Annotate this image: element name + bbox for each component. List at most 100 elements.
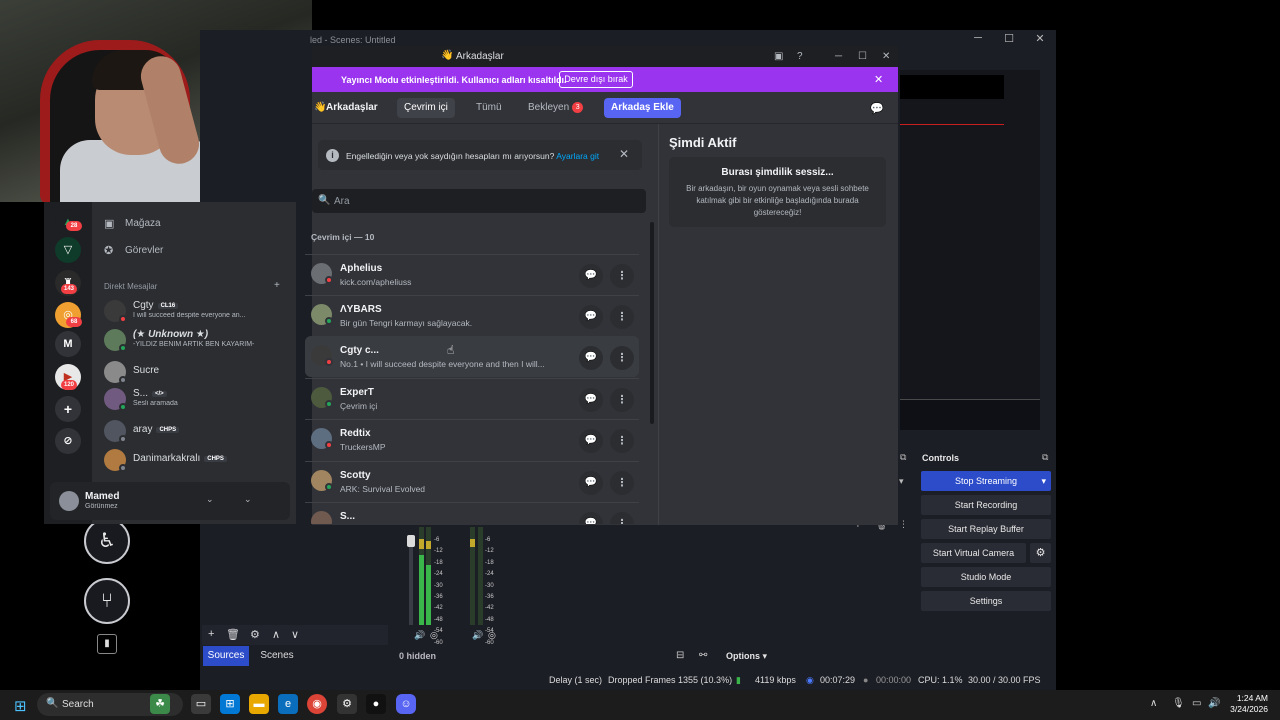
dock-icon[interactable]: ⧉ bbox=[1042, 452, 1048, 463]
widgets-icon[interactable]: ☘ bbox=[150, 694, 170, 714]
gear-icon[interactable]: ⚙ bbox=[250, 628, 260, 641]
tab-scenes[interactable]: Scenes bbox=[253, 646, 301, 666]
maximize-icon[interactable]: ☐ bbox=[994, 32, 1024, 48]
start-replay-buffer-button[interactable]: Start Replay Buffer bbox=[921, 519, 1051, 539]
file-explorer-icon[interactable]: ▬ bbox=[249, 694, 269, 714]
add-friend-button[interactable]: Arkadaş Ekle bbox=[604, 98, 681, 118]
search-input[interactable] bbox=[334, 192, 634, 210]
dm-item[interactable]: Sucre bbox=[104, 359, 290, 387]
server-icon[interactable]: ▽ bbox=[55, 237, 81, 263]
chrome-icon[interactable]: ◉ bbox=[307, 694, 327, 714]
move-up-icon[interactable]: ∧ bbox=[272, 628, 280, 641]
friend-row[interactable]: Scotty ARK: Survival Evolved 💬 ⋮ bbox=[305, 461, 639, 502]
message-icon[interactable]: 💬 bbox=[579, 346, 603, 370]
message-icon[interactable]: 💬 bbox=[579, 471, 603, 495]
task-view-icon[interactable]: ▭ bbox=[191, 694, 211, 714]
friend-row[interactable]: Redtix TruckersMP 💬 ⋮ bbox=[305, 419, 639, 460]
friend-row[interactable]: Cgty c... No.1 • I will succeed despite e… bbox=[305, 336, 639, 377]
move-down-icon[interactable]: ∨ bbox=[291, 628, 299, 641]
friend-row[interactable]: Aphelius kick.com/apheliuss 💬 ⋮ bbox=[305, 254, 639, 295]
server-icon-m[interactable]: M bbox=[55, 331, 81, 357]
tab-all[interactable]: Tümü bbox=[469, 98, 509, 118]
mouse-icon[interactable]: ▮ bbox=[97, 634, 117, 654]
app-icon[interactable]: ⚙ bbox=[337, 694, 357, 714]
virtual-camera-settings-button[interactable]: ⚙ bbox=[1030, 543, 1051, 563]
nav-shop[interactable]: Mağaza bbox=[125, 218, 161, 229]
more-options-icon[interactable]: ⋮ bbox=[610, 388, 634, 412]
obs-icon[interactable]: ● bbox=[366, 694, 386, 714]
add-server-icon[interactable]: + bbox=[55, 396, 81, 422]
minimize-icon[interactable]: ─ bbox=[963, 32, 993, 48]
more-options-icon[interactable]: ⋮ bbox=[610, 429, 634, 453]
clock-date[interactable]: 3/24/2026 bbox=[1220, 704, 1268, 714]
windows-start-icon[interactable]: ⊞ bbox=[14, 697, 27, 715]
layout-icon[interactable]: ⊟ bbox=[676, 650, 684, 661]
speaker-icon[interactable]: 🔊 bbox=[414, 630, 425, 641]
link-icon[interactable]: ⚯ bbox=[699, 650, 707, 661]
close-icon[interactable]: ✕ bbox=[874, 73, 883, 86]
speaker-icon[interactable]: 🔊 bbox=[472, 630, 483, 641]
discover-icon[interactable]: ⊘ bbox=[55, 428, 81, 454]
headphones-icon[interactable]: ◎ bbox=[430, 630, 438, 641]
dm-item[interactable]: Danimarkakralı CHPS bbox=[104, 447, 290, 475]
dm-item[interactable]: aray CHPS bbox=[104, 418, 290, 446]
avatar[interactable] bbox=[59, 491, 79, 511]
chevron-down-icon[interactable]: ▾ bbox=[899, 476, 904, 487]
obs-preview[interactable] bbox=[900, 70, 1040, 430]
close-icon[interactable]: ✕ bbox=[619, 147, 629, 161]
network-icon[interactable]: ▭ bbox=[1192, 698, 1201, 709]
dm-item[interactable]: Cgty CL16 I will succeed despite everyone… bbox=[104, 298, 290, 326]
tab-pending[interactable]: Bekleyen 3 bbox=[521, 98, 590, 118]
settings-link[interactable]: Ayarlara git bbox=[556, 151, 599, 161]
network-icon[interactable]: ⑂ bbox=[84, 578, 130, 624]
clock-time[interactable]: 1:24 AM bbox=[1226, 693, 1268, 703]
volume-slider-track[interactable] bbox=[409, 535, 413, 625]
friend-row[interactable]: ExperT Çevrim içi 💬 ⋮ bbox=[305, 378, 639, 419]
message-icon[interactable]: 💬 bbox=[579, 429, 603, 453]
headphones-icon[interactable]: ◎ bbox=[488, 630, 496, 641]
accessibility-icon[interactable]: ♿ bbox=[84, 518, 130, 564]
message-icon[interactable]: 💬 bbox=[579, 264, 603, 288]
close-icon[interactable]: ✕ bbox=[882, 51, 890, 62]
chevron-down-icon[interactable]: ⌄ bbox=[244, 494, 252, 505]
message-icon[interactable]: 💬 bbox=[579, 512, 603, 524]
volume-icon[interactable]: 🔊 bbox=[1208, 698, 1220, 709]
start-virtual-camera-button[interactable]: Start Virtual Camera bbox=[921, 543, 1026, 563]
settings-button[interactable]: Settings bbox=[921, 591, 1051, 611]
maximize-icon[interactable]: ☐ bbox=[858, 51, 867, 62]
friend-row[interactable]: S... 💬 ⋮ bbox=[305, 502, 639, 524]
scrollbar[interactable] bbox=[650, 222, 654, 424]
minimize-icon[interactable]: ─ bbox=[835, 51, 842, 62]
more-icon[interactable]: ⋮ bbox=[899, 519, 908, 530]
nav-quests[interactable]: Görevler bbox=[125, 245, 163, 256]
dock-icon[interactable]: ⧉ bbox=[900, 452, 906, 463]
trash-icon[interactable]: 🗑 bbox=[226, 628, 240, 641]
mixer-options-button[interactable]: Options ▾ bbox=[726, 651, 767, 662]
message-icon[interactable]: 💬 bbox=[579, 305, 603, 329]
tab-sources[interactable]: Sources bbox=[203, 646, 249, 666]
more-options-icon[interactable]: ⋮ bbox=[610, 305, 634, 329]
more-options-icon[interactable]: ⋮ bbox=[610, 264, 634, 288]
more-options-icon[interactable]: ⋮ bbox=[610, 471, 634, 495]
close-icon[interactable]: ✕ bbox=[1025, 32, 1055, 48]
new-dm-icon[interactable]: + bbox=[274, 280, 280, 291]
message-icon[interactable]: 💬 bbox=[579, 388, 603, 412]
studio-mode-button[interactable]: Studio Mode bbox=[921, 567, 1051, 587]
more-options-icon[interactable]: ⋮ bbox=[610, 512, 634, 524]
stop-streaming-button[interactable]: Stop Streaming ▾ bbox=[921, 471, 1051, 491]
store-icon[interactable]: ⊞ bbox=[220, 694, 240, 714]
chevron-down-icon[interactable]: ⌄ bbox=[206, 494, 214, 505]
friend-row[interactable]: ΛYBARS Bir gün Tengri karmayı sağlayacak.… bbox=[305, 295, 639, 336]
chevron-up-icon[interactable]: ∧ bbox=[1150, 698, 1157, 709]
discord-icon[interactable]: ☺ bbox=[396, 694, 416, 714]
start-recording-button[interactable]: Start Recording bbox=[921, 495, 1051, 515]
dm-item[interactable]: (★ Unknown ★) -YILDIZ BENIM ARTIK BEN KA… bbox=[104, 327, 290, 355]
more-options-icon[interactable]: ⋮ bbox=[610, 346, 634, 370]
help-icon[interactable]: ? bbox=[797, 51, 803, 62]
disable-streamer-mode-button[interactable]: Devre dışı bırak bbox=[559, 71, 633, 88]
microphone-icon[interactable]: 🎙 bbox=[1172, 698, 1185, 709]
new-group-dm-icon[interactable]: 💬 bbox=[870, 102, 884, 115]
inbox-icon[interactable]: ▣ bbox=[774, 51, 783, 62]
tab-online[interactable]: Çevrim içi bbox=[397, 98, 455, 118]
volume-slider-handle[interactable] bbox=[407, 535, 415, 547]
